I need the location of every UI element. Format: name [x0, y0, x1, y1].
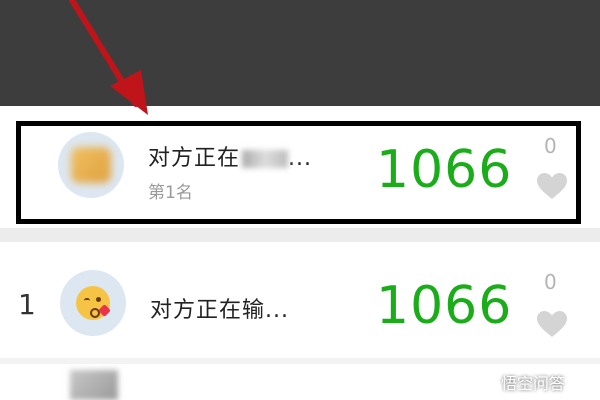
section-divider [0, 228, 600, 242]
chat-bubble-icon [479, 373, 495, 390]
table-row[interactable]: 1 对方正在输... 1066 0 [0, 242, 600, 358]
dark-header-area [0, 0, 600, 106]
watermark: 悟空问答 [478, 368, 598, 396]
steps-count: 1066 [376, 276, 513, 336]
like-count: 0 [544, 270, 557, 294]
user-name: 对方正在输... [150, 298, 289, 323]
highlight-box [16, 121, 581, 224]
spacer [0, 106, 600, 118]
avatar[interactable] [60, 270, 126, 336]
watermark-text: 悟空问答 [501, 374, 566, 393]
kissing-face-emoji-icon [76, 286, 111, 320]
blurred-avatar-image [70, 370, 118, 400]
rank-number: 1 [18, 288, 36, 321]
heart-icon[interactable] [536, 310, 568, 338]
